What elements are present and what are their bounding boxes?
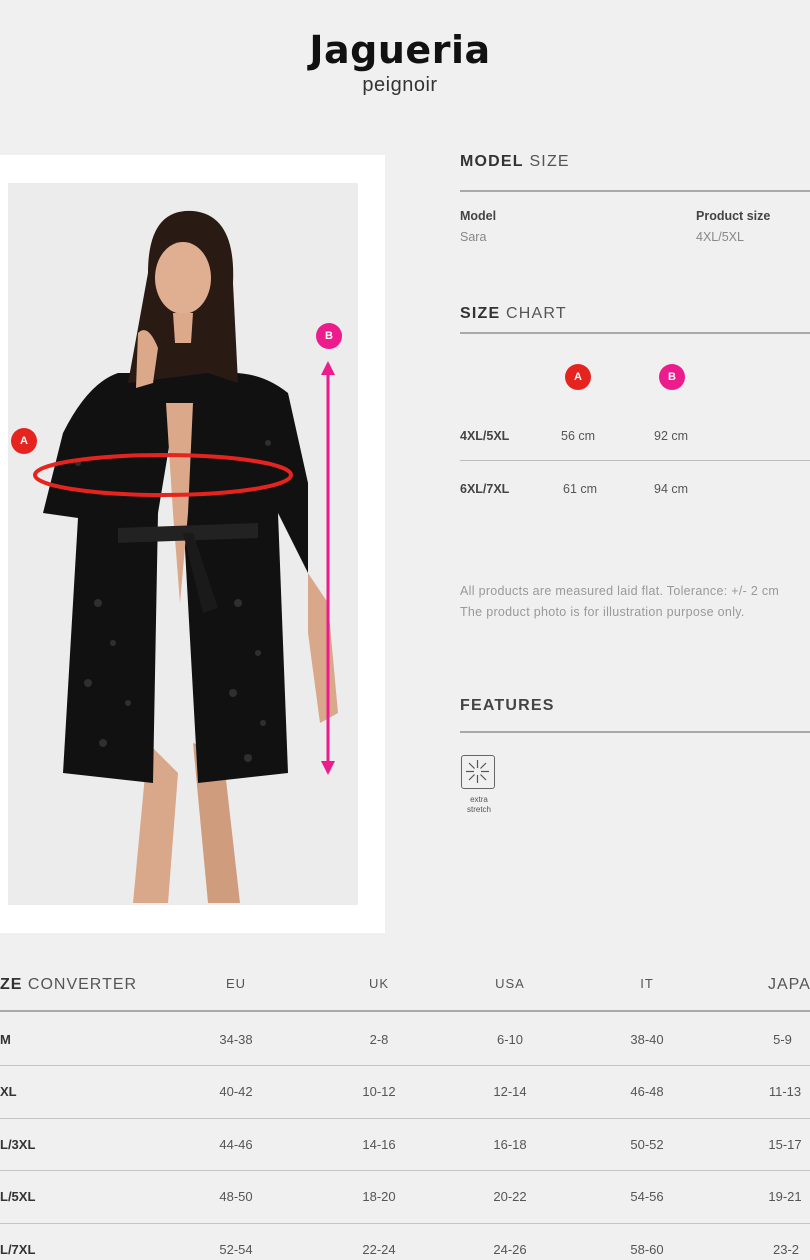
size-chart-row-size: 6XL/7XL (460, 482, 510, 496)
product-size-value: 4XL/5XL (696, 230, 744, 244)
converter-col-usa: USA (495, 976, 525, 991)
size-chart-col-a: A (565, 364, 591, 390)
model-value: Sara (460, 230, 487, 244)
divider (460, 460, 810, 461)
divider (0, 1170, 810, 1171)
model-size-heading: MODEL SIZE (460, 153, 570, 170)
product-title: Jagueria (309, 28, 491, 72)
divider (0, 1118, 810, 1119)
model-label: Model (460, 209, 497, 223)
size-chart-row-a: 61 cm (563, 482, 598, 496)
converter-col-japan: JAPA (768, 976, 810, 993)
divider (460, 731, 810, 733)
measure-b-marker: B (316, 323, 342, 349)
product-photo-card: A B (0, 155, 385, 933)
divider (460, 190, 810, 192)
size-converter-heading: ZE CONVERTER (0, 976, 138, 993)
product-size-label: Product size (696, 209, 771, 223)
size-chart-row-a: 56 cm (561, 429, 596, 443)
size-chart-col-b: B (659, 364, 685, 390)
converter-col-uk: UK (368, 976, 390, 991)
size-chart-row-b: 92 cm (654, 429, 689, 443)
divider (0, 1010, 810, 1012)
converter-col-eu: EU (225, 976, 247, 991)
size-chart-row-b: 94 cm (654, 482, 689, 496)
size-chart-heading: SIZE CHART (460, 305, 567, 322)
measurement-note: All products are measured laid flat. Tol… (460, 584, 780, 598)
illustration-note: The product photo is for illustration pu… (460, 605, 745, 619)
measure-a-marker: A (11, 428, 37, 454)
model-illustration (33, 210, 338, 903)
size-chart-row-size: 4XL/5XL (460, 429, 510, 443)
divider (460, 332, 810, 334)
features-heading: FEATURES (460, 697, 555, 714)
product-photo (8, 183, 358, 905)
feature-label: extra stretch (466, 795, 491, 814)
product-subtitle: peignoir (362, 74, 438, 96)
extra-stretch-icon (461, 755, 495, 789)
model-face (155, 242, 211, 314)
divider (0, 1065, 810, 1066)
divider (0, 1223, 810, 1224)
converter-col-it: IT (640, 976, 654, 991)
